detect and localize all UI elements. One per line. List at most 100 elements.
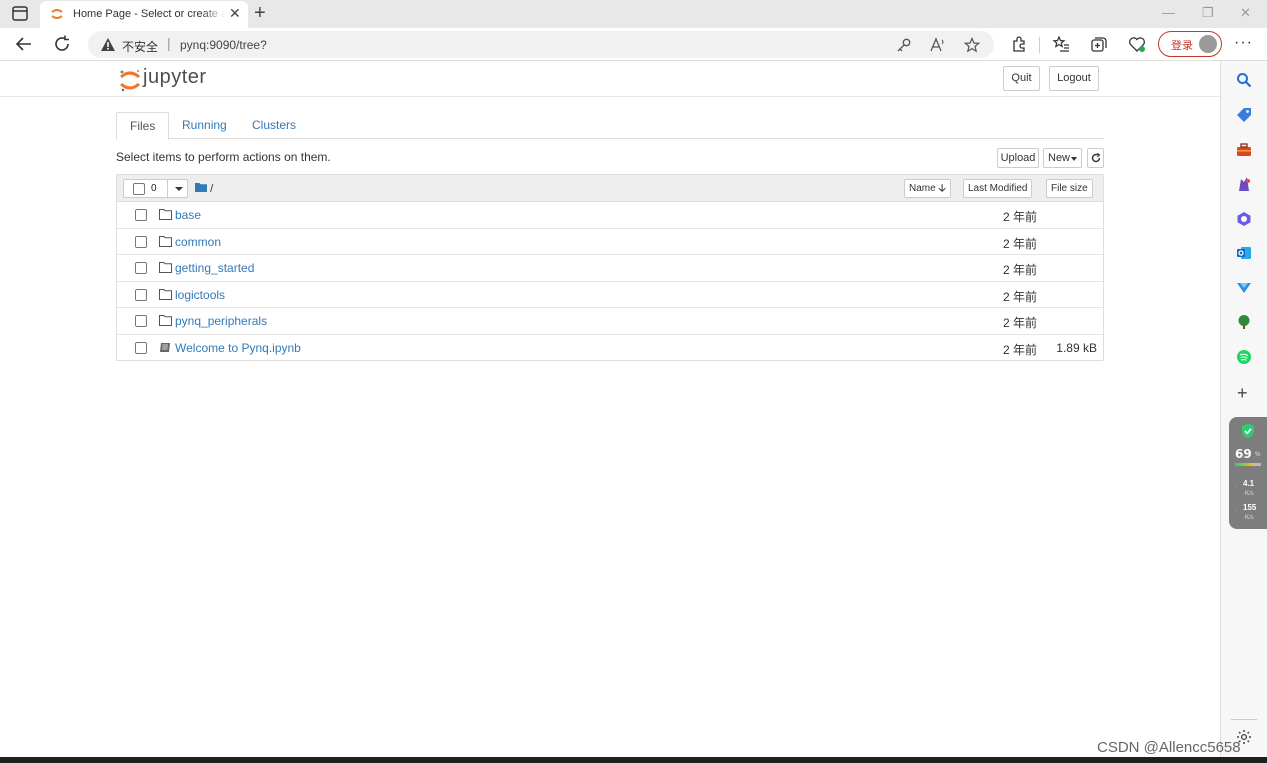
- address-bar[interactable]: 不安全 | pynq:9090/tree?: [88, 31, 994, 58]
- tab-files[interactable]: Files: [116, 112, 170, 140]
- item-checkbox[interactable]: [135, 288, 147, 301]
- item-name-link[interactable]: base: [175, 208, 201, 222]
- tree-icon[interactable]: [1236, 314, 1252, 330]
- refresh-icon[interactable]: [52, 34, 72, 54]
- selected-count: 0: [151, 183, 157, 194]
- item-checkbox[interactable]: [135, 235, 147, 248]
- file-list-header: 0 / Name 🡣 Last Modified File size: [117, 175, 1103, 202]
- browser-sidebar: + 69 % ↑ 4.1 K/s ↓ 155 K/s: [1220, 61, 1267, 757]
- cpu-percent: 69: [1235, 447, 1252, 461]
- browser-essentials-icon[interactable]: [1128, 35, 1146, 53]
- item-modified: 2 年前: [1003, 263, 1038, 277]
- login-button[interactable]: 登录: [1158, 31, 1222, 57]
- new-button-label: New: [1048, 152, 1071, 164]
- item-checkbox[interactable]: [135, 209, 147, 221]
- tab-clusters[interactable]: Clusters: [239, 112, 309, 139]
- minimize-window-icon[interactable]: —: [1162, 5, 1175, 20]
- office-icon[interactable]: [1236, 211, 1252, 227]
- taskbar-edge: [0, 757, 1267, 763]
- sort-last-modified-button[interactable]: Last Modified: [963, 179, 1033, 198]
- key-icon[interactable]: [896, 37, 912, 53]
- add-sidebar-app-icon[interactable]: +: [1237, 383, 1248, 404]
- new-button[interactable]: New: [1043, 148, 1082, 168]
- arrow-down-icon: 🡣: [938, 183, 946, 194]
- url-text[interactable]: pynq:9090/tree?: [180, 38, 267, 52]
- list-item[interactable]: getting_started 2 年前: [117, 255, 1103, 282]
- usage-bar: [1235, 463, 1261, 466]
- breadcrumb[interactable]: /: [195, 182, 213, 195]
- search-icon[interactable]: [1236, 72, 1252, 88]
- caret-down-icon: [175, 187, 183, 191]
- item-name-link[interactable]: common: [175, 235, 221, 249]
- send-icon[interactable]: [1236, 280, 1252, 296]
- sort-name-button[interactable]: Name 🡣: [904, 179, 951, 198]
- collections-icon[interactable]: [1090, 35, 1108, 53]
- item-name-link[interactable]: pynq_peripherals: [175, 314, 267, 328]
- item-name-link[interactable]: getting_started: [175, 261, 254, 275]
- outlook-icon[interactable]: [1236, 245, 1252, 261]
- folder-icon: [159, 209, 172, 220]
- list-item[interactable]: logictools 2 年前: [117, 282, 1103, 308]
- folder-icon: [159, 315, 172, 326]
- browser-tab-active[interactable]: Home Page - Select or create a notebook …: [40, 1, 248, 28]
- tab-running[interactable]: Running: [169, 112, 240, 139]
- read-aloud-icon[interactable]: [930, 37, 946, 53]
- jupyter-logo-text: jupyter: [143, 66, 207, 88]
- percent-sign: %: [1255, 452, 1261, 458]
- select-all-group: 0: [123, 179, 188, 198]
- warning-icon[interactable]: [100, 37, 116, 52]
- back-icon[interactable]: [14, 34, 34, 54]
- select-all-checkbox[interactable]: [133, 183, 145, 195]
- list-item[interactable]: common 2 年前: [117, 229, 1103, 255]
- sort-name-label: Name: [909, 183, 936, 194]
- breadcrumb-root[interactable]: /: [210, 183, 213, 195]
- games-icon[interactable]: [1236, 176, 1252, 192]
- restore-window-icon[interactable]: ❐: [1202, 5, 1214, 21]
- extensions-icon[interactable]: [1010, 35, 1028, 53]
- logout-button[interactable]: Logout: [1049, 66, 1099, 91]
- quit-button[interactable]: Quit: [1003, 66, 1040, 91]
- refresh-list-button[interactable]: [1087, 148, 1104, 168]
- favorites-list-icon[interactable]: [1052, 35, 1070, 53]
- list-item[interactable]: pynq_peripherals 2 年前: [117, 308, 1103, 335]
- sidebar-divider: [1231, 719, 1257, 720]
- network-monitor-widget[interactable]: 69 % ↑ 4.1 K/s ↓ 155 K/s: [1229, 417, 1267, 529]
- jupyter-logo[interactable]: jupyter: [119, 66, 214, 92]
- folder-open-icon: [195, 183, 207, 192]
- shopping-tag-icon[interactable]: [1236, 107, 1252, 123]
- item-modified: 2 年前: [1003, 342, 1038, 357]
- watermark: CSDN @Allencc5658: [1097, 739, 1241, 756]
- item-checkbox[interactable]: [135, 315, 147, 327]
- close-tab-icon[interactable]: ✕: [229, 5, 241, 22]
- jupyter-logo-icon: [120, 69, 140, 92]
- sort-file-size-button[interactable]: File size: [1046, 179, 1093, 198]
- spotify-icon[interactable]: [1236, 349, 1252, 365]
- item-checkbox[interactable]: [135, 341, 147, 354]
- upload-button[interactable]: Upload: [997, 148, 1039, 168]
- favorite-star-icon[interactable]: [964, 37, 980, 53]
- item-name-link[interactable]: logictools: [175, 288, 225, 302]
- tab-actions-icon[interactable]: [10, 5, 30, 23]
- login-label: 登录: [1171, 40, 1193, 52]
- browser-tab-title: Home Page - Select or create a notebook: [73, 8, 225, 20]
- download-speed: 155: [1243, 503, 1257, 512]
- jupyter-favicon-icon: [51, 9, 63, 19]
- folder-icon: [159, 288, 172, 300]
- toolbox-icon[interactable]: [1236, 142, 1252, 158]
- download-unit: K/s: [1245, 515, 1254, 521]
- folder-icon: [159, 262, 172, 273]
- new-tab-icon[interactable]: +: [254, 2, 266, 25]
- more-options-icon[interactable]: ···: [1234, 34, 1253, 52]
- list-item[interactable]: base 2 年前: [117, 202, 1103, 229]
- file-list: 0 / Name 🡣 Last Modified File size base …: [116, 174, 1104, 361]
- item-checkbox[interactable]: [135, 262, 147, 274]
- close-window-icon[interactable]: ✕: [1240, 5, 1251, 21]
- select-menu-dropdown[interactable]: [167, 180, 188, 197]
- security-status-label[interactable]: 不安全: [122, 38, 158, 55]
- item-modified: 2 年前: [1003, 289, 1038, 304]
- item-name-link[interactable]: Welcome to Pynq.ipynb: [175, 341, 301, 355]
- item-modified: 2 年前: [1003, 210, 1038, 224]
- selection-hint: Select items to perform actions on them.: [116, 150, 331, 164]
- list-item[interactable]: Welcome to Pynq.ipynb 2 年前 1.89 kB: [117, 335, 1103, 362]
- folder-icon: [159, 235, 172, 247]
